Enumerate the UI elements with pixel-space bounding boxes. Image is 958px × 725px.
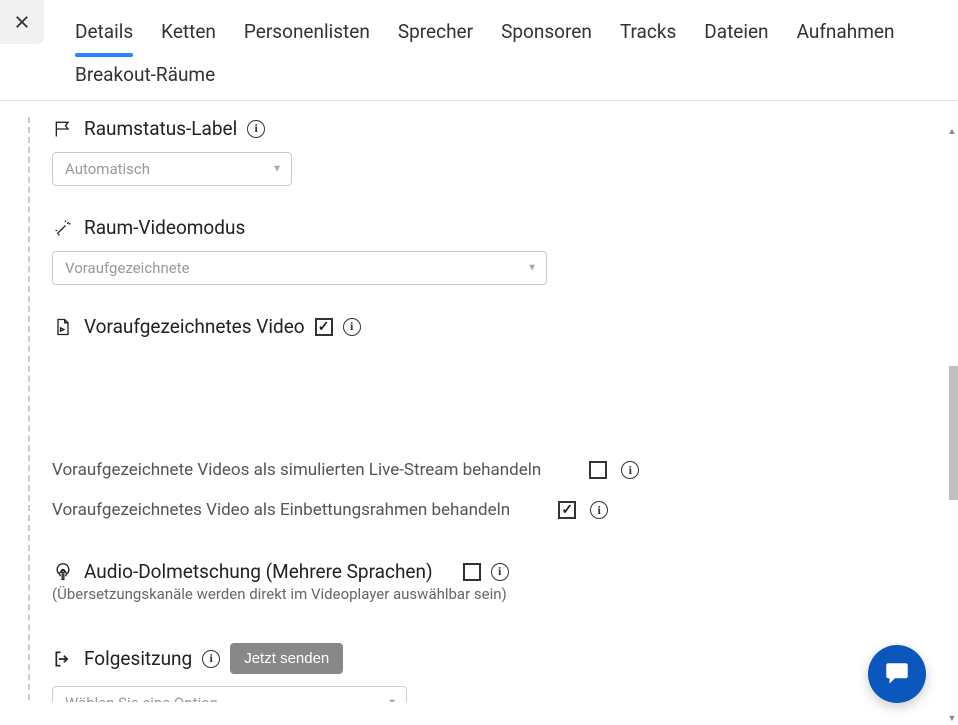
file-video-icon xyxy=(52,316,74,338)
sign-out-icon xyxy=(52,648,74,670)
videomodus-title: Raum-Videomodus xyxy=(84,216,245,239)
chat-icon xyxy=(882,659,912,689)
raumstatus-select[interactable]: Automatisch xyxy=(52,152,292,186)
row-einbettung: Voraufgezeichnetes Video als Einbettungs… xyxy=(52,500,930,520)
folgesitzung-select[interactable]: Wählen Sie eine Option xyxy=(52,686,407,702)
section-videomodus: Raum-Videomodus Voraufgezeichnete ▼ xyxy=(52,216,930,285)
info-icon[interactable]: i xyxy=(491,563,509,581)
livestream-checkbox[interactable] xyxy=(589,461,607,479)
info-icon[interactable]: i xyxy=(247,120,265,138)
section-voraufgezeichnet: Voraufgezeichnetes Video i xyxy=(52,315,930,430)
scrollbar-thumb[interactable] xyxy=(949,366,958,500)
info-icon[interactable]: i xyxy=(202,650,220,668)
tab-details[interactable]: Details xyxy=(75,20,133,57)
info-icon[interactable]: i xyxy=(621,461,639,479)
tab-tracks[interactable]: Tracks xyxy=(620,20,676,57)
scroll-up-icon[interactable]: ▲ xyxy=(947,126,957,136)
tab-sponsoren[interactable]: Sponsoren xyxy=(501,20,592,57)
section-raumstatus: Raumstatus-Label i Automatisch ▼ xyxy=(52,117,930,186)
tab-aufnahmen[interactable]: Aufnahmen xyxy=(797,20,895,57)
section-audio: Audio-Dolmetschung (Mehrere Sprachen) i … xyxy=(52,560,930,603)
tabs-nav: Details Ketten Personenlisten Sprecher S… xyxy=(0,0,958,101)
voraufgezeichnet-title: Voraufgezeichnetes Video xyxy=(84,315,305,338)
wand-icon xyxy=(52,217,74,239)
audio-checkbox[interactable] xyxy=(463,563,481,581)
chat-widget-button[interactable] xyxy=(868,645,926,703)
close-button[interactable] xyxy=(0,0,44,44)
scrollbar[interactable]: ▲ ▼ xyxy=(946,124,958,725)
raumstatus-title: Raumstatus-Label xyxy=(84,117,237,140)
audio-subtext: (Übersetzungskanäle werden direkt im Vid… xyxy=(52,585,930,603)
tab-dateien[interactable]: Dateien xyxy=(704,20,768,57)
tab-sprecher[interactable]: Sprecher xyxy=(398,20,473,57)
tab-breakout-raeume[interactable]: Breakout-Räume xyxy=(75,63,215,100)
info-icon[interactable]: i xyxy=(343,318,361,336)
content-area: Raumstatus-Label i Automatisch ▼ Raum-Vi… xyxy=(0,101,958,702)
livestream-label: Voraufgezeichnete Videos als simulierten… xyxy=(52,460,541,480)
jetzt-senden-button[interactable]: Jetzt senden xyxy=(230,643,343,674)
folgesitzung-title: Folgesitzung xyxy=(84,647,192,670)
row-livestream: Voraufgezeichnete Videos als simulierten… xyxy=(52,460,930,480)
audio-title: Audio-Dolmetschung (Mehrere Sprachen) xyxy=(84,560,433,583)
close-icon xyxy=(13,13,31,31)
podcast-icon xyxy=(52,561,74,583)
flag-icon xyxy=(52,118,74,140)
videomodus-select[interactable]: Voraufgezeichnete xyxy=(52,251,547,285)
einbettung-checkbox[interactable] xyxy=(558,501,576,519)
voraufgezeichnet-checkbox[interactable] xyxy=(315,318,333,336)
tab-ketten[interactable]: Ketten xyxy=(161,20,216,57)
einbettung-label: Voraufgezeichnetes Video als Einbettungs… xyxy=(52,500,510,520)
scroll-down-icon[interactable]: ▼ xyxy=(947,713,957,723)
section-folgesitzung: Folgesitzung i Jetzt senden Wählen Sie e… xyxy=(52,643,930,702)
info-icon[interactable]: i xyxy=(590,501,608,519)
tab-personenlisten[interactable]: Personenlisten xyxy=(244,20,370,57)
